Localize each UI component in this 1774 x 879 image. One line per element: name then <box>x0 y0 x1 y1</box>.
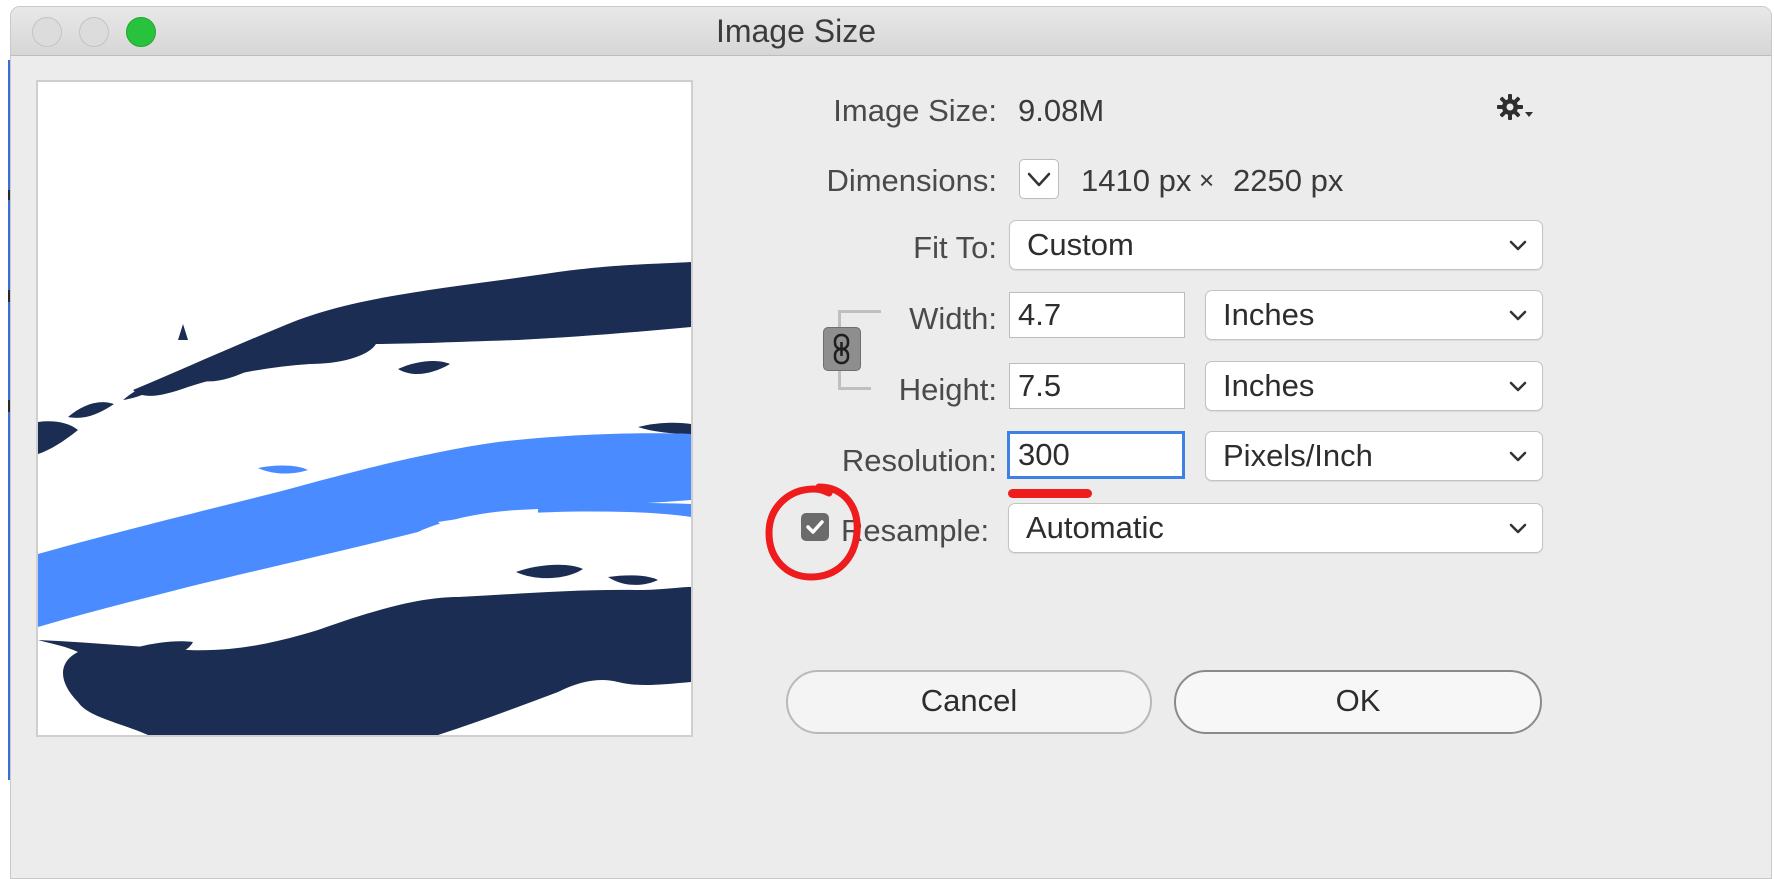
width-input-value[interactable] <box>1010 293 1184 337</box>
image-size-label: Image Size: <box>833 93 997 128</box>
resolution-unit-select[interactable]: Pixels/Inch <box>1205 431 1543 481</box>
image-preview[interactable] <box>36 80 693 737</box>
height-unit-value: Inches <box>1223 368 1315 403</box>
chevron-down-icon <box>1509 451 1527 462</box>
image-size-dialog: Image Size Image Size: 9.08M Dimensions:… <box>10 6 1772 879</box>
red-underline-annotation <box>1008 489 1092 498</box>
chevron-down-icon <box>1027 172 1051 187</box>
background-window-edge <box>0 0 12 877</box>
resolution-input-value[interactable] <box>1010 434 1182 476</box>
cancel-button[interactable]: Cancel <box>786 670 1152 734</box>
chevron-down-icon <box>1509 240 1527 251</box>
chevron-down-icon <box>1509 381 1527 392</box>
image-size-value: 9.08M <box>1018 93 1105 128</box>
red-circle-annotation <box>765 483 861 581</box>
width-unit-select[interactable]: Inches <box>1205 290 1543 340</box>
gear-icon[interactable] <box>1496 93 1536 123</box>
chevron-down-icon <box>1525 112 1533 117</box>
preview-image <box>38 82 691 735</box>
width-label: Width: <box>909 301 997 336</box>
chevron-down-icon <box>1509 310 1527 321</box>
dimensions-separator: × <box>1199 165 1215 195</box>
resample-method-value: Automatic <box>1026 510 1164 545</box>
height-input-value[interactable] <box>1010 364 1184 408</box>
resolution-input[interactable] <box>1007 431 1185 479</box>
width-input[interactable] <box>1009 292 1185 338</box>
title-bar[interactable]: Image Size <box>11 7 1771 56</box>
dimensions-label: Dimensions: <box>826 163 997 198</box>
dimensions-height-value: 2250 px <box>1233 163 1344 198</box>
ok-button[interactable]: OK <box>1174 670 1542 734</box>
width-unit-value: Inches <box>1223 297 1315 332</box>
height-input[interactable] <box>1009 363 1185 409</box>
chevron-down-icon <box>1509 523 1527 534</box>
resolution-unit-value: Pixels/Inch <box>1223 438 1373 473</box>
height-unit-select[interactable]: Inches <box>1205 361 1543 411</box>
fit-to-value: Custom <box>1027 227 1134 262</box>
fit-to-select[interactable]: Custom <box>1009 220 1543 270</box>
resolution-label: Resolution: <box>841 443 997 478</box>
window-title: Image Size <box>715 13 877 49</box>
dimensions-units-toggle[interactable] <box>1019 159 1059 199</box>
dimensions-width-value: 1410 px <box>1081 163 1192 198</box>
height-label: Height: <box>898 372 997 407</box>
resample-method-select[interactable]: Automatic <box>1008 503 1543 553</box>
fit-to-label: Fit To: <box>913 230 997 265</box>
